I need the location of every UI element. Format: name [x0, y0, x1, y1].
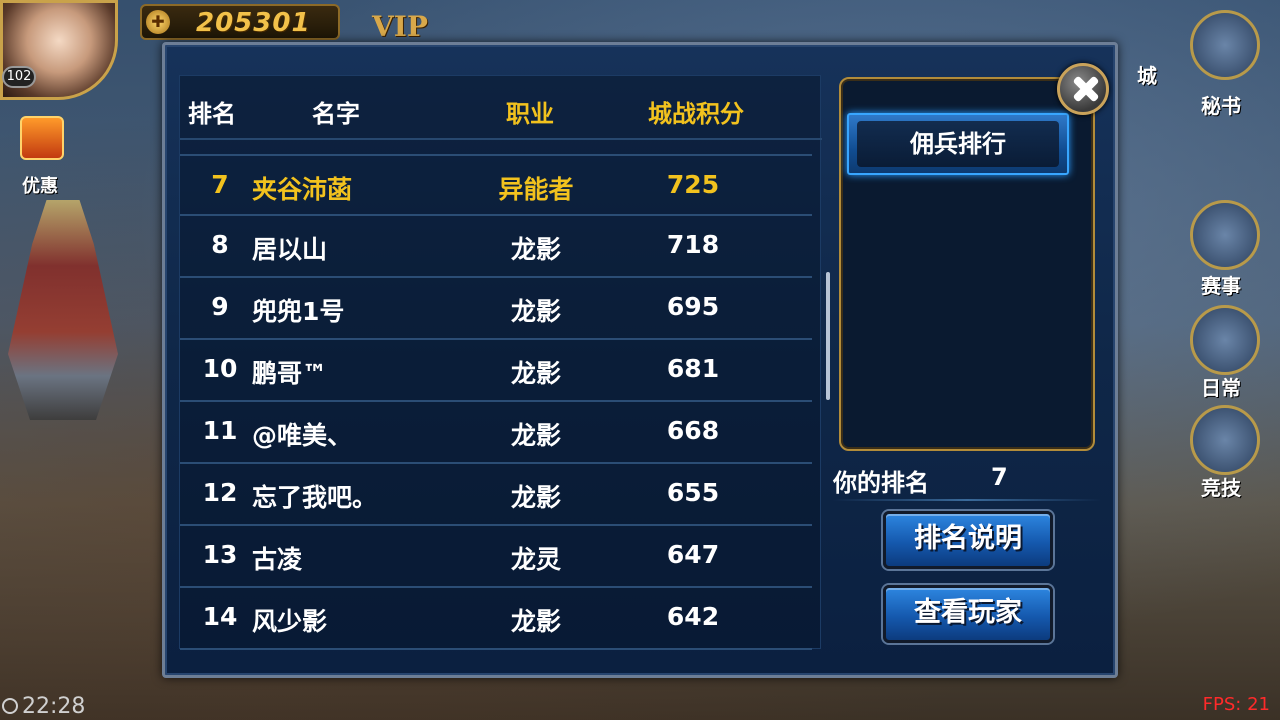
- ranking-rows: 7 夹谷沛菡 异能者 725 8 居以山 龙影 718 9 兜兜1号 龙影 69…: [180, 154, 822, 650]
- player-level-badge: 102: [2, 66, 36, 88]
- ranking-row[interactable]: 12 忘了我吧。 龙影 655: [180, 464, 812, 526]
- row-rank: 12: [202, 478, 238, 507]
- daily-icon[interactable]: [1190, 305, 1260, 375]
- row-job: 异能者: [498, 175, 574, 204]
- header-name: 名字: [312, 100, 360, 128]
- secretary-icon[interactable]: [1190, 10, 1260, 80]
- ranking-tab-box: 佣兵排行: [839, 77, 1095, 451]
- ranking-row[interactable]: 8 居以山 龙影 718: [180, 216, 812, 278]
- row-name: 夹谷沛菡: [252, 175, 353, 204]
- clock: 22:28: [2, 694, 85, 719]
- row-job: 龙影: [510, 359, 561, 388]
- row-name: 鹏哥™: [252, 359, 328, 388]
- tab-mercenary-ranking[interactable]: 佣兵排行: [847, 113, 1069, 175]
- right-menu-top-label: 城: [1137, 64, 1157, 88]
- row-rank: 9: [211, 292, 229, 321]
- row-job: 龙影: [510, 607, 561, 636]
- gift-icon[interactable]: [20, 116, 64, 160]
- row-name: 居以山: [252, 235, 328, 264]
- ranking-header: 排名 名字 职业 城战积分: [180, 76, 822, 140]
- header-score: 城战积分: [648, 100, 744, 128]
- clock-time: 22:28: [22, 694, 86, 719]
- row-rank: 7: [211, 170, 229, 199]
- row-rank: 14: [202, 602, 238, 631]
- ranking-row[interactable]: 11 @唯美、 龙影 668: [180, 402, 812, 464]
- row-job: 龙影: [510, 235, 561, 264]
- row-score: 725: [666, 170, 720, 199]
- ranking-row[interactable]: 9 兜兜1号 龙影 695: [180, 278, 812, 340]
- daily-label: 日常: [1201, 376, 1241, 400]
- top-hud: 102 ✚ 205301 VIP: [0, 0, 1280, 100]
- close-button[interactable]: [1057, 63, 1109, 115]
- clock-icon: [2, 698, 18, 714]
- ranking-scrollbar[interactable]: [826, 272, 830, 400]
- gift-label: 优惠: [22, 176, 58, 197]
- ranking-row[interactable]: 14 风少影 龙影 642: [180, 588, 812, 650]
- row-rank: 10: [202, 354, 238, 383]
- my-rank-label: 你的排名: [833, 469, 929, 497]
- ranking-row[interactable]: 13 古凌 龙灵 647: [180, 526, 812, 588]
- arena-label: 竞技: [1201, 476, 1241, 500]
- view-player-button[interactable]: 查看玩家: [883, 585, 1053, 643]
- ranking-row[interactable]: 10 鹏哥™ 龙影 681: [180, 340, 812, 402]
- row-score: 681: [666, 354, 720, 383]
- row-score: 668: [666, 416, 720, 445]
- gold-icon: ✚: [146, 10, 170, 34]
- ranking-list[interactable]: 排名 名字 职业 城战积分 7 夹谷沛菡 异能者 725 8 居以山 龙影 71…: [179, 75, 830, 650]
- row-name: 兜兜1号: [252, 297, 345, 326]
- rank-explanation-button[interactable]: 排名说明: [883, 511, 1053, 569]
- fps-counter: FPS: 21: [1202, 694, 1270, 715]
- divider: [833, 499, 1101, 501]
- header-rank: 排名: [188, 100, 236, 128]
- row-score: 655: [666, 478, 720, 507]
- row-job: 龙灵: [510, 545, 561, 574]
- row-score: 695: [666, 292, 720, 321]
- vip-badge[interactable]: VIP: [372, 10, 428, 43]
- row-job: 龙影: [510, 297, 561, 326]
- tab-mercenary-ranking-label: 佣兵排行: [857, 121, 1059, 167]
- row-job: 龙影: [510, 421, 561, 450]
- row-rank: 8: [211, 230, 229, 259]
- row-score: 647: [666, 540, 720, 569]
- row-rank: 13: [202, 540, 238, 569]
- row-score: 642: [666, 602, 720, 631]
- row-score: 718: [666, 230, 720, 259]
- ranking-row-self[interactable]: 7 夹谷沛菡 异能者 725: [180, 154, 812, 216]
- ranking-panel: 排名 名字 职业 城战积分 7 夹谷沛菡 异能者 725 8 居以山 龙影 71…: [162, 42, 1118, 678]
- tournament-icon[interactable]: [1190, 200, 1260, 270]
- row-name: 忘了我吧。: [252, 483, 378, 512]
- tournament-label: 赛事: [1201, 274, 1241, 298]
- row-name: 风少影: [252, 607, 328, 636]
- row-name: 古凌: [252, 545, 303, 574]
- my-rank-value: 7: [991, 463, 1008, 491]
- arena-vs-icon[interactable]: [1190, 405, 1260, 475]
- secretary-label: 秘书: [1201, 94, 1241, 118]
- header-job: 职业: [506, 100, 554, 128]
- row-job: 龙影: [510, 483, 561, 512]
- gold-amount: 205301: [196, 8, 311, 38]
- row-rank: 11: [202, 416, 238, 445]
- row-name: @唯美、: [252, 421, 353, 450]
